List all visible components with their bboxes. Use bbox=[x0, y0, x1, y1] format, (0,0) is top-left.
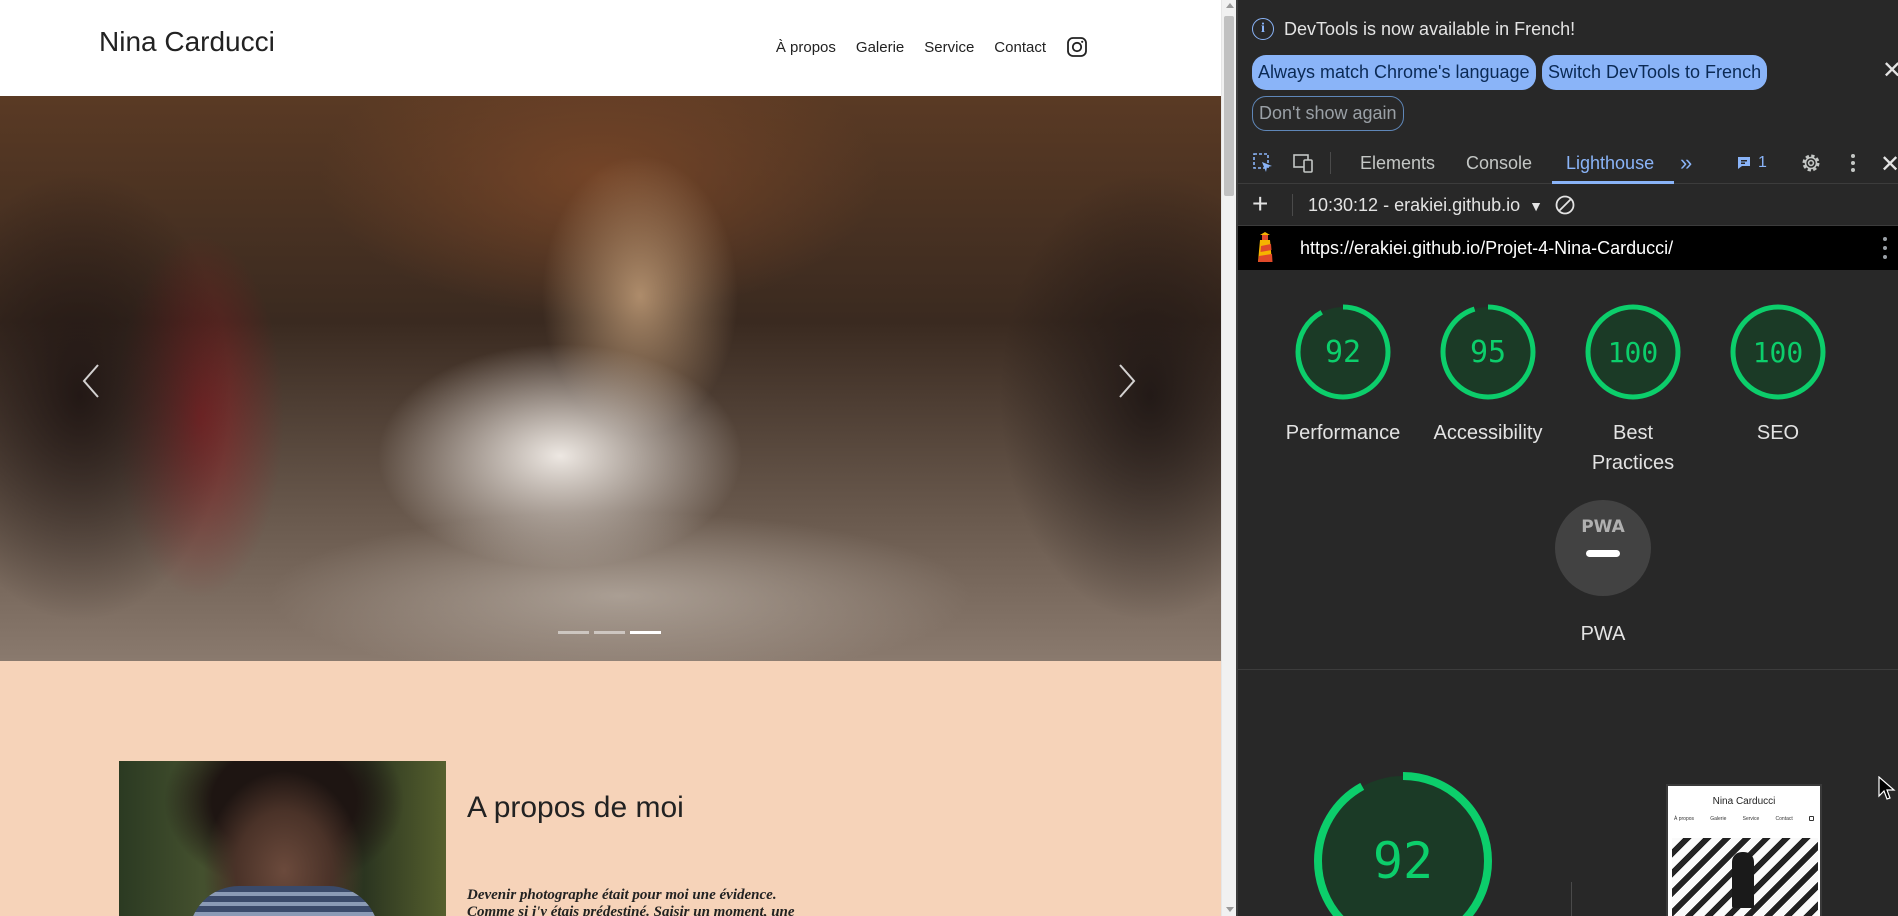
gauge-label: Accessibility bbox=[1433, 422, 1543, 444]
thumbnail-instagram-icon bbox=[1809, 816, 1814, 821]
score-gauges: 92 Performance 95 Accessibility 100 Best… bbox=[1238, 270, 1898, 670]
site-title[interactable]: Nina Carducci bbox=[99, 26, 275, 58]
always-match-language-button[interactable]: Always match Chrome's language bbox=[1252, 55, 1536, 90]
portrait-photo bbox=[119, 761, 446, 916]
thumbnail-nav-item: Galerie bbox=[1710, 816, 1727, 822]
gauge-label: SEO bbox=[1756, 422, 1800, 444]
nav-link-a-propos[interactable]: À propos bbox=[776, 39, 836, 56]
tab-elements[interactable]: Elements bbox=[1360, 153, 1435, 174]
gauge-score: 92 bbox=[1325, 335, 1361, 370]
toolbar-separator bbox=[1292, 194, 1293, 216]
report-url-bar: https://erakiei.github.io/Projet-4-Nina-… bbox=[1238, 226, 1898, 270]
gauge-ring: 100 bbox=[1585, 304, 1681, 400]
thumbnail-nav: À propos Galerie Service Contact bbox=[1674, 816, 1814, 822]
thumbnail-title: Nina Carducci bbox=[1712, 796, 1776, 807]
about-section: A propos de moi Devenir photographe étai… bbox=[0, 661, 1221, 916]
website-viewport: Nina Carducci À propos Galerie Service C… bbox=[0, 0, 1221, 916]
carousel-indicators bbox=[558, 631, 661, 634]
gauge-ring: 100 bbox=[1730, 304, 1826, 400]
settings-gear-icon[interactable] bbox=[1800, 152, 1822, 174]
nav-link-contact[interactable]: Contact bbox=[994, 39, 1046, 56]
switch-to-french-button[interactable]: Switch DevTools to French bbox=[1542, 55, 1768, 90]
gauge-accessibility[interactable]: 95 Accessibility bbox=[1423, 302, 1553, 448]
more-options-kebab-icon[interactable] bbox=[1842, 152, 1864, 174]
report-menu-kebab-icon[interactable] bbox=[1882, 236, 1888, 260]
devtools-panel: i DevTools is now available in French! A… bbox=[1236, 0, 1898, 916]
gauge-label: PWA bbox=[1580, 623, 1626, 645]
report-selector-value: 10:30:12 - erakiei.github.io bbox=[1308, 195, 1521, 215]
about-text-line: Comme si j'y étais prédestiné. Saisir un… bbox=[467, 904, 795, 916]
mouse-cursor-icon bbox=[1878, 776, 1896, 800]
report-selector[interactable]: 10:30:12 - erakiei.github.io ▼ bbox=[1308, 195, 1543, 216]
thumbnail-nav-item: À propos bbox=[1674, 816, 1695, 822]
portrait-shirt bbox=[189, 886, 379, 916]
performance-big-gauge: 92 bbox=[1314, 772, 1492, 916]
carousel-next-arrow-icon[interactable] bbox=[1114, 361, 1140, 401]
thumbnail-hero-image bbox=[1672, 838, 1818, 916]
dropdown-caret-icon: ▼ bbox=[1529, 198, 1544, 214]
dont-show-again-button[interactable]: Don't show again bbox=[1252, 96, 1404, 131]
scroll-up-arrow-icon[interactable] bbox=[1226, 3, 1234, 8]
site-header: Nina Carducci À propos Galerie Service C… bbox=[0, 0, 1221, 96]
new-report-plus-icon[interactable]: + bbox=[1252, 188, 1268, 220]
gauge-label: Performance bbox=[1285, 422, 1401, 444]
language-infobar: i DevTools is now available in French! A… bbox=[1238, 0, 1898, 142]
about-heading: A propos de moi bbox=[467, 791, 684, 824]
thumbnail-person bbox=[1732, 852, 1754, 908]
tab-lighthouse[interactable]: Lighthouse bbox=[1566, 153, 1654, 174]
gauge-seo[interactable]: 100 SEO bbox=[1713, 302, 1843, 448]
toolbar-separator bbox=[1330, 152, 1331, 174]
performance-detail: 92 Nina Carducci À propos Galerie Servic… bbox=[1238, 670, 1898, 916]
issues-badge[interactable]: 1 bbox=[1736, 154, 1767, 172]
report-url[interactable]: https://erakiei.github.io/Projet-4-Nina-… bbox=[1300, 238, 1673, 259]
issues-count: 1 bbox=[1758, 154, 1767, 171]
nav-link-galerie[interactable]: Galerie bbox=[856, 39, 904, 56]
inspect-element-icon[interactable] bbox=[1252, 152, 1274, 174]
about-text: Devenir photographe était pour moi une é… bbox=[467, 887, 867, 916]
site-nav: À propos Galerie Service Contact bbox=[776, 36, 1088, 58]
gauge-score: 95 bbox=[1470, 335, 1506, 370]
lighthouse-toolbar: + 10:30:12 - erakiei.github.io ▼ bbox=[1238, 184, 1898, 226]
clear-reports-icon[interactable] bbox=[1554, 194, 1576, 216]
instagram-icon[interactable] bbox=[1066, 36, 1088, 58]
scroll-down-arrow-icon[interactable] bbox=[1226, 907, 1234, 912]
hero-carousel bbox=[0, 96, 1221, 661]
tab-console[interactable]: Console bbox=[1466, 153, 1532, 174]
gauge-score: 100 bbox=[1608, 336, 1659, 369]
gauge-score: 100 bbox=[1753, 336, 1804, 369]
gauge-pwa[interactable]: PWA PWA bbox=[1538, 498, 1668, 649]
thumbnail-nav-item: Contact bbox=[1775, 816, 1793, 822]
device-toolbar-icon[interactable] bbox=[1292, 152, 1314, 174]
more-tabs-chevron-icon[interactable]: » bbox=[1680, 150, 1692, 176]
close-devtools-icon[interactable]: ✕ bbox=[1880, 150, 1898, 179]
final-screenshot-thumbnail[interactable]: Nina Carducci À propos Galerie Service C… bbox=[1666, 784, 1822, 916]
message-icon bbox=[1738, 157, 1750, 169]
carousel-indicator[interactable] bbox=[558, 631, 589, 634]
gauge-ring: 92 bbox=[1295, 304, 1391, 400]
pwa-badge-icon: PWA bbox=[1555, 500, 1651, 596]
big-gauge-score: 92 bbox=[1373, 832, 1433, 890]
section-divider bbox=[1571, 882, 1572, 916]
thumbnail-nav-item: Service bbox=[1742, 816, 1760, 822]
pwa-badge-text: PWA bbox=[1581, 517, 1625, 537]
infobar-close-icon[interactable]: ✕ bbox=[1882, 56, 1898, 85]
about-text-line: Devenir photographe était pour moi une é… bbox=[467, 887, 777, 903]
carousel-prev-arrow-icon[interactable] bbox=[78, 361, 104, 401]
carousel-indicator-active[interactable] bbox=[630, 631, 661, 634]
gauge-best-practices[interactable]: 100 Best Practices bbox=[1568, 302, 1698, 478]
gauge-ring: 95 bbox=[1440, 304, 1536, 400]
lighthouse-logo-icon bbox=[1258, 232, 1273, 262]
devtools-tab-bar: Elements Console Lighthouse » 1 ✕ bbox=[1238, 142, 1898, 184]
info-icon: i bbox=[1252, 18, 1274, 40]
gauge-performance[interactable]: 92 Performance bbox=[1278, 302, 1408, 448]
carousel-indicator[interactable] bbox=[594, 631, 625, 634]
gauge-label: Best Practices bbox=[1591, 422, 1675, 474]
infobar-message: DevTools is now available in French! bbox=[1284, 19, 1576, 39]
page-scrollbar[interactable] bbox=[1221, 0, 1236, 916]
nav-link-service[interactable]: Service bbox=[924, 39, 974, 56]
scrollbar-thumb[interactable] bbox=[1224, 16, 1234, 196]
